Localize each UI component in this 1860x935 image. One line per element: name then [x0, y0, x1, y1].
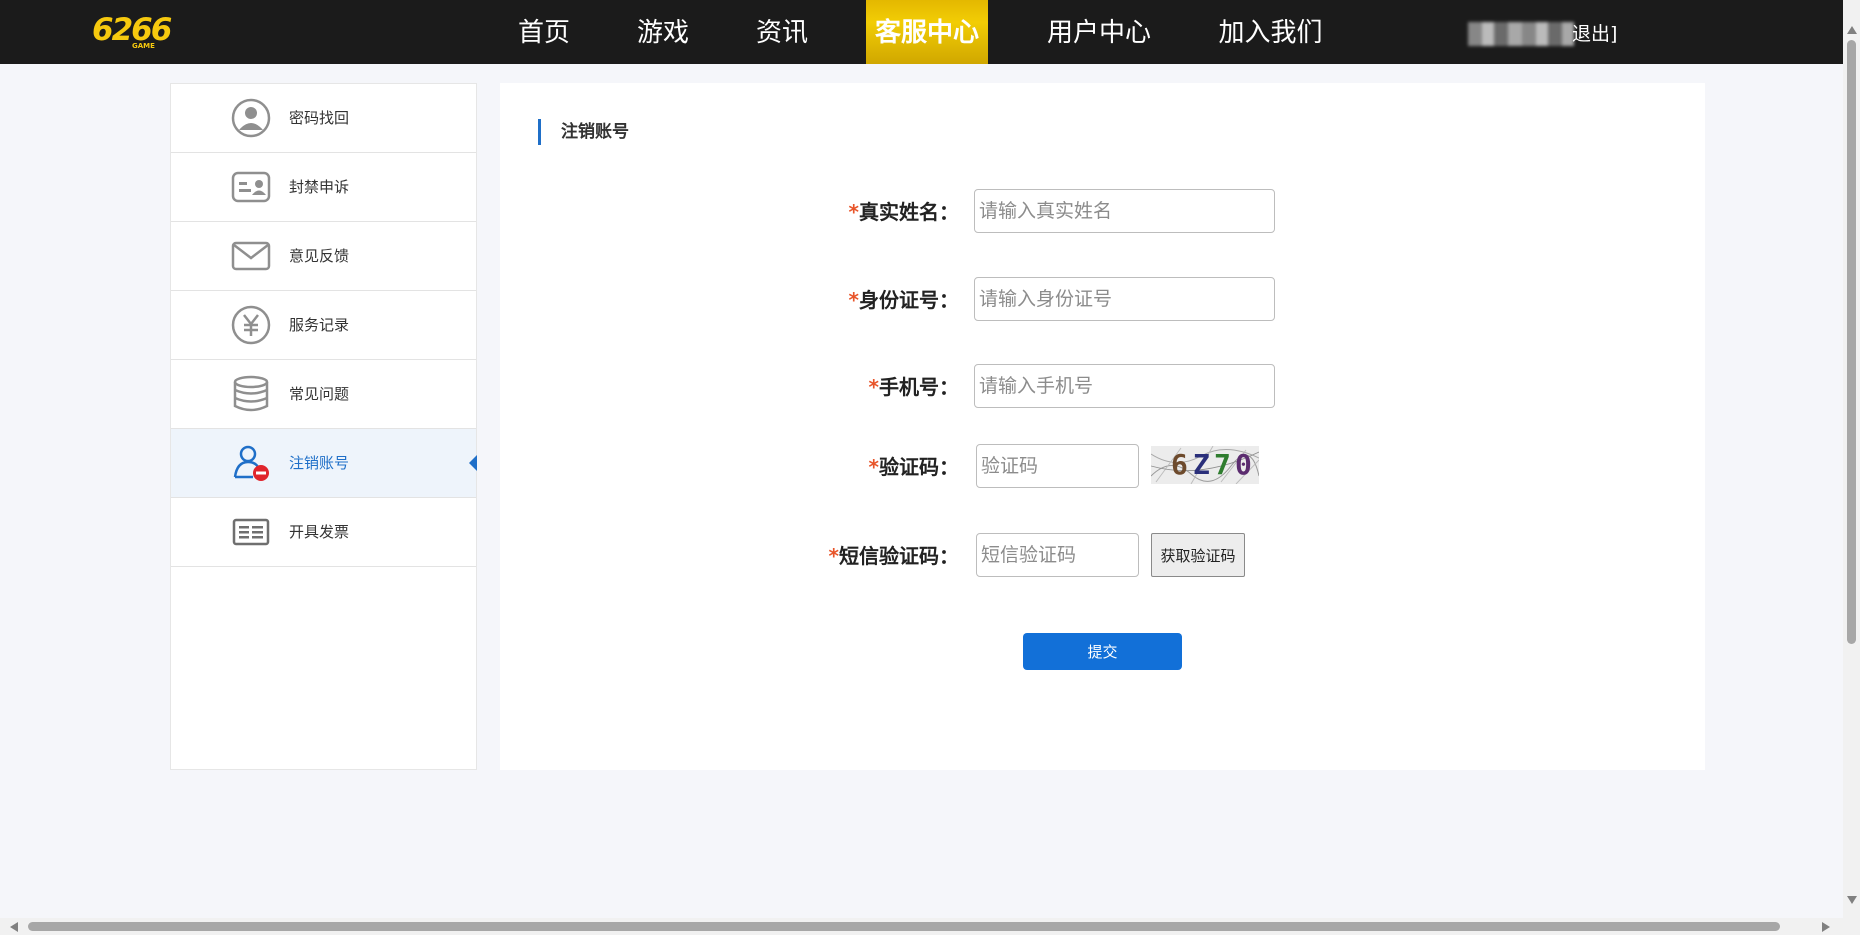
required-mark: * [848, 200, 859, 224]
sidebar-item-invoice[interactable]: 开具发票 [171, 498, 476, 567]
scroll-up-arrow-icon[interactable] [1847, 26, 1857, 34]
required-mark: * [868, 375, 879, 399]
sms-code-label: *短信验证码： [828, 544, 959, 568]
username-blurred [1468, 22, 1574, 46]
sidebar-item-label: 密码找回 [289, 109, 350, 127]
id-number-row: *身份证号： [500, 277, 1705, 323]
required-mark: * [848, 288, 859, 312]
real-name-label: *真实姓名： [848, 200, 959, 224]
id-card-icon [231, 167, 271, 207]
sidebar-item-label: 注销账号 [289, 454, 350, 472]
sidebar-item-cancel-account[interactable]: 注销账号 [171, 429, 477, 498]
phone-label: *手机号： [868, 375, 959, 399]
id-number-input[interactable] [974, 277, 1275, 321]
scroll-down-arrow-icon[interactable] [1847, 896, 1857, 904]
scroll-left-arrow-icon[interactable] [10, 922, 18, 932]
vertical-scrollbar[interactable] [1843, 0, 1860, 920]
sms-code-input[interactable] [976, 533, 1139, 577]
sidebar-item-label: 封禁申诉 [289, 178, 350, 196]
sidebar-item-ban-appeal[interactable]: 封禁申诉 [171, 153, 476, 222]
captcha-char: 7 [1214, 448, 1231, 481]
sidebar-item-faq[interactable]: 常见问题 [171, 360, 476, 429]
main-content-panel: 注销账号 *真实姓名： *身份证号： *手机号： *验证码： 6 Z 7 0 *… [500, 83, 1705, 770]
mail-icon [231, 236, 271, 276]
active-indicator-caret [469, 455, 477, 471]
nav-item-games[interactable]: 游戏 [631, 0, 695, 64]
user-circle-icon [231, 98, 271, 138]
database-icon [231, 374, 271, 414]
captcha-image[interactable]: 6 Z 7 0 [1151, 446, 1259, 484]
real-name-row: *真实姓名： [500, 189, 1705, 235]
sidebar-item-label: 开具发票 [289, 523, 350, 541]
captcha-char: 0 [1235, 448, 1252, 481]
page-title: 注销账号 [538, 119, 629, 145]
horizontal-scrollbar[interactable] [0, 918, 1860, 935]
sidebar-item-label: 服务记录 [289, 316, 350, 334]
sidebar-item-service-records[interactable]: 服务记录 [171, 291, 476, 360]
user-remove-icon [231, 443, 271, 483]
captcha-label: *验证码： [868, 455, 959, 479]
sidebar-item-password-recovery[interactable]: 密码找回 [171, 84, 476, 153]
logout-link[interactable]: 退出] [1572, 20, 1617, 48]
sidebar-item-feedback[interactable]: 意见反馈 [171, 222, 476, 291]
captcha-input[interactable] [976, 444, 1139, 488]
horizontal-scroll-thumb[interactable] [28, 922, 1780, 931]
site-logo[interactable]: 6266 GAME [92, 12, 172, 54]
id-number-label: *身份证号： [848, 288, 959, 312]
submit-button[interactable]: 提交 [1023, 633, 1182, 670]
scroll-right-arrow-icon[interactable] [1822, 922, 1830, 932]
invoice-icon [231, 512, 271, 552]
required-mark: * [868, 455, 879, 479]
nav-item-join-us[interactable]: 加入我们 [1213, 0, 1328, 64]
top-navigation-bar: 6266 GAME 首页 游戏 资讯 客服中心 用户中心 加入我们 退出] [0, 0, 1843, 64]
required-mark: * [828, 544, 839, 568]
phone-row: *手机号： [500, 364, 1705, 410]
phone-input[interactable] [974, 364, 1275, 408]
sidebar-menu: 密码找回 封禁申诉 意见反馈 服务记录 常见问题 注销账号 开具发票 [170, 83, 477, 770]
captcha-char: 6 [1171, 448, 1188, 481]
captcha-char: Z [1193, 448, 1210, 481]
nav-item-customer-service[interactable]: 客服中心 [866, 0, 988, 64]
real-name-input[interactable] [974, 189, 1275, 233]
sidebar-item-label: 常见问题 [289, 385, 350, 403]
nav-item-user-center[interactable]: 用户中心 [1044, 0, 1154, 64]
logo-subtext: GAME [132, 42, 155, 50]
get-sms-code-button[interactable]: 获取验证码 [1151, 533, 1245, 577]
nav-item-news[interactable]: 资讯 [750, 0, 814, 64]
sidebar-item-label: 意见反馈 [289, 247, 350, 265]
captcha-row: *验证码： 6 Z 7 0 [500, 444, 1705, 490]
vertical-scroll-thumb[interactable] [1847, 40, 1856, 644]
sms-code-row: *短信验证码： 获取验证码 [500, 533, 1705, 579]
nav-item-home[interactable]: 首页 [512, 0, 576, 64]
yen-icon [231, 305, 271, 345]
